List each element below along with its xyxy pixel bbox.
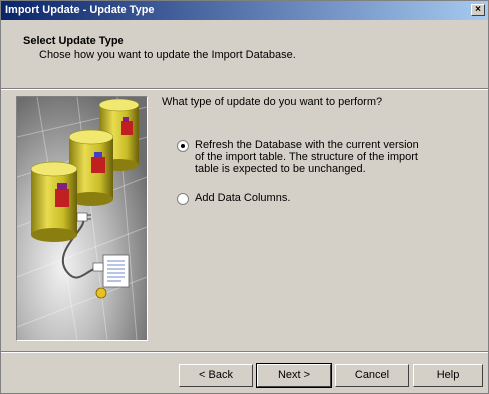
add-columns-radio[interactable] bbox=[177, 193, 189, 205]
wizard-header: Select Update Type Chose how you want to… bbox=[1, 20, 488, 89]
option-refresh-database[interactable]: Refresh the Database with the current ve… bbox=[177, 139, 427, 175]
refresh-radio[interactable] bbox=[177, 140, 189, 152]
back-button[interactable]: < Back bbox=[179, 364, 253, 387]
header-subtitle: Chose how you want to update the Import … bbox=[39, 49, 296, 61]
window-title: Import Update - Update Type bbox=[5, 4, 155, 16]
option-add-data-columns[interactable]: Add Data Columns. bbox=[177, 192, 427, 205]
wizard-illustration bbox=[16, 96, 148, 341]
update-type-question: What type of update do you want to perfo… bbox=[162, 96, 383, 108]
footer-divider bbox=[1, 351, 488, 353]
header-divider bbox=[1, 88, 488, 90]
cancel-button[interactable]: Cancel bbox=[335, 364, 409, 387]
radio-selected-dot bbox=[181, 144, 185, 148]
title-bar[interactable]: Import Update - Update Type × bbox=[1, 1, 488, 20]
refresh-label[interactable]: Refresh the Database with the current ve… bbox=[195, 139, 427, 175]
help-button[interactable]: Help bbox=[413, 364, 483, 387]
header-title: Select Update Type bbox=[23, 35, 124, 47]
close-button[interactable]: × bbox=[471, 4, 485, 16]
next-button[interactable]: Next > bbox=[256, 363, 332, 388]
add-columns-label[interactable]: Add Data Columns. bbox=[195, 192, 290, 204]
import-update-dialog: Import Update - Update Type × Select Upd… bbox=[0, 0, 489, 394]
database-cylinders-illustration bbox=[17, 97, 147, 340]
